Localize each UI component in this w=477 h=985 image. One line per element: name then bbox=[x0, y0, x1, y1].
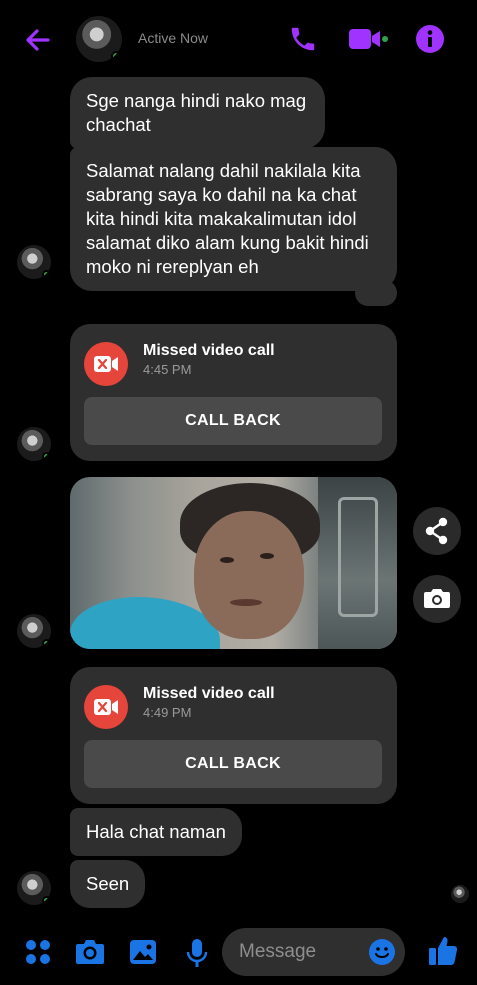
reaction-bubble bbox=[355, 280, 397, 306]
contact-avatar bbox=[17, 871, 51, 905]
missed-call-title: Missed video call bbox=[143, 685, 275, 702]
camera-icon[interactable] bbox=[74, 937, 106, 967]
active-status: Active Now bbox=[138, 30, 209, 46]
missed-call-time: 4:49 PM bbox=[143, 705, 192, 720]
call-back-button[interactable]: CALL BACK bbox=[84, 740, 382, 788]
emoji-icon[interactable] bbox=[368, 938, 396, 966]
info-icon[interactable] bbox=[415, 24, 445, 54]
photo-subject-eye bbox=[260, 553, 274, 559]
photo-subject-mouth bbox=[230, 599, 262, 606]
missed-video-call-icon bbox=[84, 342, 128, 386]
shared-photo[interactable] bbox=[70, 477, 397, 649]
call-back-button[interactable]: CALL BACK bbox=[84, 397, 382, 445]
online-indicator bbox=[111, 51, 122, 62]
contact-avatar bbox=[17, 427, 51, 461]
photo-subject-face bbox=[194, 511, 304, 639]
phone-icon[interactable] bbox=[288, 24, 318, 54]
back-arrow-icon[interactable] bbox=[22, 24, 54, 56]
seen-indicator-avatar bbox=[451, 885, 469, 903]
contact-avatar bbox=[17, 245, 51, 279]
photo-background bbox=[338, 497, 378, 617]
gallery-icon[interactable] bbox=[128, 937, 158, 967]
online-indicator bbox=[42, 270, 51, 279]
missed-call-title: Missed video call bbox=[143, 342, 275, 359]
contact-avatar bbox=[17, 614, 51, 648]
message-input[interactable]: Message bbox=[222, 928, 405, 976]
missed-video-call-icon bbox=[84, 685, 128, 729]
missed-call-card: Missed video call 4:49 PM CALL BACK bbox=[70, 667, 397, 804]
camera-icon bbox=[424, 589, 450, 608]
chat-header: Active Now bbox=[0, 0, 477, 78]
online-indicator bbox=[42, 452, 51, 461]
photo-subject-eye bbox=[220, 557, 234, 563]
contact-avatar[interactable] bbox=[76, 16, 122, 62]
received-message[interactable]: Hala chat naman bbox=[70, 808, 242, 856]
received-message[interactable]: Salamat nalang dahil nakilala kita sabra… bbox=[70, 147, 397, 291]
share-button[interactable] bbox=[413, 507, 461, 555]
thumbs-up-icon[interactable] bbox=[427, 934, 459, 968]
online-indicator bbox=[42, 639, 51, 648]
message-placeholder: Message bbox=[239, 941, 317, 962]
share-icon bbox=[425, 517, 448, 545]
video-camera-icon[interactable] bbox=[348, 24, 388, 54]
missed-call-time: 4:45 PM bbox=[143, 362, 192, 377]
online-indicator bbox=[42, 896, 51, 905]
apps-grid-icon[interactable] bbox=[23, 937, 53, 967]
microphone-icon[interactable] bbox=[183, 937, 211, 969]
camera-button[interactable] bbox=[413, 575, 461, 623]
received-message[interactable]: Seen bbox=[70, 860, 146, 908]
missed-call-card: Missed video call 4:45 PM CALL BACK bbox=[70, 324, 397, 461]
received-message[interactable]: Sge nanga hindi nako mag chachat bbox=[70, 77, 325, 149]
